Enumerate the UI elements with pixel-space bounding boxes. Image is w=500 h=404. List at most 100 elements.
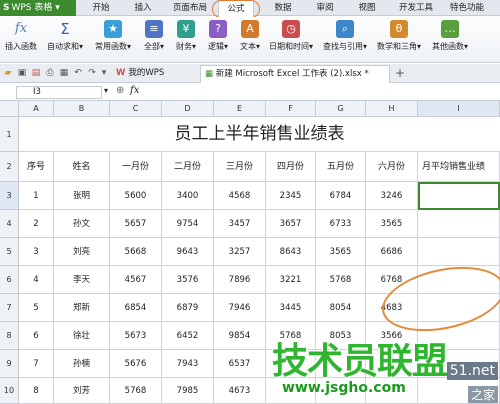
fx-icon[interactable]: fx <box>130 85 139 96</box>
header-cell[interactable]: 月平均销售业绩 <box>418 152 500 182</box>
tab-insert[interactable]: 插入 <box>130 0 156 16</box>
print-preview-icon[interactable]: ▦ <box>58 67 70 79</box>
tab-start[interactable]: 开始 <box>88 0 114 16</box>
tab-features[interactable]: 特色功能 <box>444 0 490 16</box>
table-cell[interactable]: 孙楠 <box>54 350 110 378</box>
table-cell[interactable]: 4 <box>19 266 54 294</box>
table-cell[interactable]: 徐壮 <box>54 322 110 350</box>
table-cell[interactable]: 4567 <box>110 266 162 294</box>
header-cell[interactable]: 一月份 <box>110 152 162 182</box>
table-cell[interactable]: 6 <box>19 322 54 350</box>
select-all-corner[interactable] <box>0 101 19 117</box>
tab-view[interactable]: 视图 <box>354 0 380 16</box>
row-header[interactable]: 4 <box>0 210 19 238</box>
table-cell[interactable]: 3657 <box>266 210 316 238</box>
table-cell[interactable]: 3565 <box>366 210 418 238</box>
zoom-icon[interactable]: ⊕ <box>116 85 124 96</box>
table-cell[interactable]: 9643 <box>162 238 214 266</box>
table-cell[interactable]: 5768 <box>316 266 366 294</box>
row-header[interactable]: 3 <box>0 182 19 210</box>
table-cell[interactable]: 3221 <box>266 266 316 294</box>
row-header[interactable]: 6 <box>0 266 19 294</box>
table-cell[interactable]: 8054 <box>316 294 366 322</box>
table-cell[interactable]: 6452 <box>162 322 214 350</box>
table-cell[interactable]: 6784 <box>316 182 366 210</box>
print-icon[interactable]: ⎙ <box>44 67 56 79</box>
table-cell[interactable]: 刘芳 <box>54 378 110 404</box>
table-cell[interactable]: 3 <box>19 238 54 266</box>
table-cell[interactable] <box>418 210 500 238</box>
table-cell[interactable]: 4673 <box>214 378 266 404</box>
column-header[interactable]: D <box>162 101 214 117</box>
tab-data[interactable]: 数据 <box>270 0 296 16</box>
name-box[interactable]: I3 <box>16 86 102 99</box>
tab-review[interactable]: 审阅 <box>312 0 338 16</box>
column-header[interactable]: C <box>110 101 162 117</box>
math-trig-button[interactable]: θ 数学和三角▾ <box>374 20 424 52</box>
table-cell[interactable]: 7946 <box>214 294 266 322</box>
text-button[interactable]: A 文本▾ <box>236 20 264 52</box>
table-cell[interactable]: 3246 <box>366 182 418 210</box>
table-cell[interactable]: 5673 <box>110 322 162 350</box>
table-cell[interactable]: 5676 <box>110 350 162 378</box>
app-menu-button[interactable]: S WPS 表格 ▾ <box>0 0 76 16</box>
table-cell[interactable]: 6537 <box>214 350 266 378</box>
table-cell[interactable]: 刘亮 <box>54 238 110 266</box>
tab-my-wps[interactable]: W 我的WPS <box>112 65 198 83</box>
table-cell[interactable]: 5668 <box>110 238 162 266</box>
header-cell[interactable]: 五月份 <box>316 152 366 182</box>
table-cell[interactable]: 张明 <box>54 182 110 210</box>
header-cell[interactable]: 序号 <box>19 152 54 182</box>
table-cell[interactable]: 3445 <box>266 294 316 322</box>
tab-developer[interactable]: 开发工具 <box>394 0 438 16</box>
table-cell[interactable]: 1 <box>19 182 54 210</box>
table-cell[interactable]: 3457 <box>214 210 266 238</box>
row-header[interactable]: 5 <box>0 238 19 266</box>
pdf-icon[interactable]: ▤ <box>30 67 42 79</box>
row-header[interactable]: 10 <box>0 378 19 404</box>
table-cell[interactable]: 2 <box>19 210 54 238</box>
table-cell[interactable]: 5768 <box>110 378 162 404</box>
finance-button[interactable]: ¥ 财务▾ <box>172 20 200 52</box>
column-header[interactable]: G <box>316 101 366 117</box>
table-cell[interactable]: 7 <box>19 350 54 378</box>
tab-page-layout[interactable]: 页面布局 <box>168 0 212 16</box>
redo-icon[interactable]: ↷ <box>86 67 98 79</box>
row-header[interactable]: 7 <box>0 294 19 322</box>
table-cell[interactable]: 6879 <box>162 294 214 322</box>
header-cell[interactable]: 三月份 <box>214 152 266 182</box>
table-cell[interactable]: 4568 <box>214 182 266 210</box>
row-header[interactable]: 8 <box>0 322 19 350</box>
table-cell[interactable]: 3565 <box>316 238 366 266</box>
tab-workbook[interactable]: ▦ 新建 Microsoft Excel 工作表 (2).xlsx * <box>200 65 390 83</box>
table-cell[interactable]: 孙文 <box>54 210 110 238</box>
table-cell[interactable]: 6733 <box>316 210 366 238</box>
chevron-down-icon[interactable]: ▾ <box>104 86 108 95</box>
open-folder-icon[interactable]: ▰ <box>2 67 14 79</box>
lookup-reference-button[interactable]: ⌕ 查找与引用▾ <box>320 20 370 52</box>
table-cell[interactable]: 9754 <box>162 210 214 238</box>
table-cell[interactable]: 9854 <box>214 322 266 350</box>
formula-input[interactable] <box>150 86 495 99</box>
header-cell[interactable]: 六月份 <box>366 152 418 182</box>
new-tab-icon[interactable]: + <box>394 67 406 79</box>
insert-function-button[interactable]: fx 插入函数 <box>2 20 40 52</box>
column-header[interactable]: F <box>266 101 316 117</box>
table-cell[interactable]: 3576 <box>162 266 214 294</box>
column-header[interactable]: H <box>366 101 418 117</box>
table-cell[interactable]: 7896 <box>214 266 266 294</box>
header-cell[interactable]: 四月份 <box>266 152 316 182</box>
table-cell[interactable]: 8 <box>19 378 54 404</box>
autosum-button[interactable]: Σ 自动求和▾ <box>44 20 86 52</box>
common-functions-button[interactable]: ★ 常用函数▾ <box>92 20 134 52</box>
sheet-title-cell[interactable]: 员工上半年销售业绩表 <box>19 117 500 152</box>
row-header[interactable]: 2 <box>0 152 19 182</box>
table-cell[interactable]: 5657 <box>110 210 162 238</box>
header-cell[interactable]: 姓名 <box>54 152 110 182</box>
logic-button[interactable]: ? 逻辑▾ <box>204 20 232 52</box>
table-cell[interactable]: 3400 <box>162 182 214 210</box>
table-cell[interactable]: 5 <box>19 294 54 322</box>
table-cell[interactable]: 7985 <box>162 378 214 404</box>
chevron-down-icon[interactable]: ▾ <box>98 67 110 79</box>
column-header[interactable]: A <box>19 101 54 117</box>
